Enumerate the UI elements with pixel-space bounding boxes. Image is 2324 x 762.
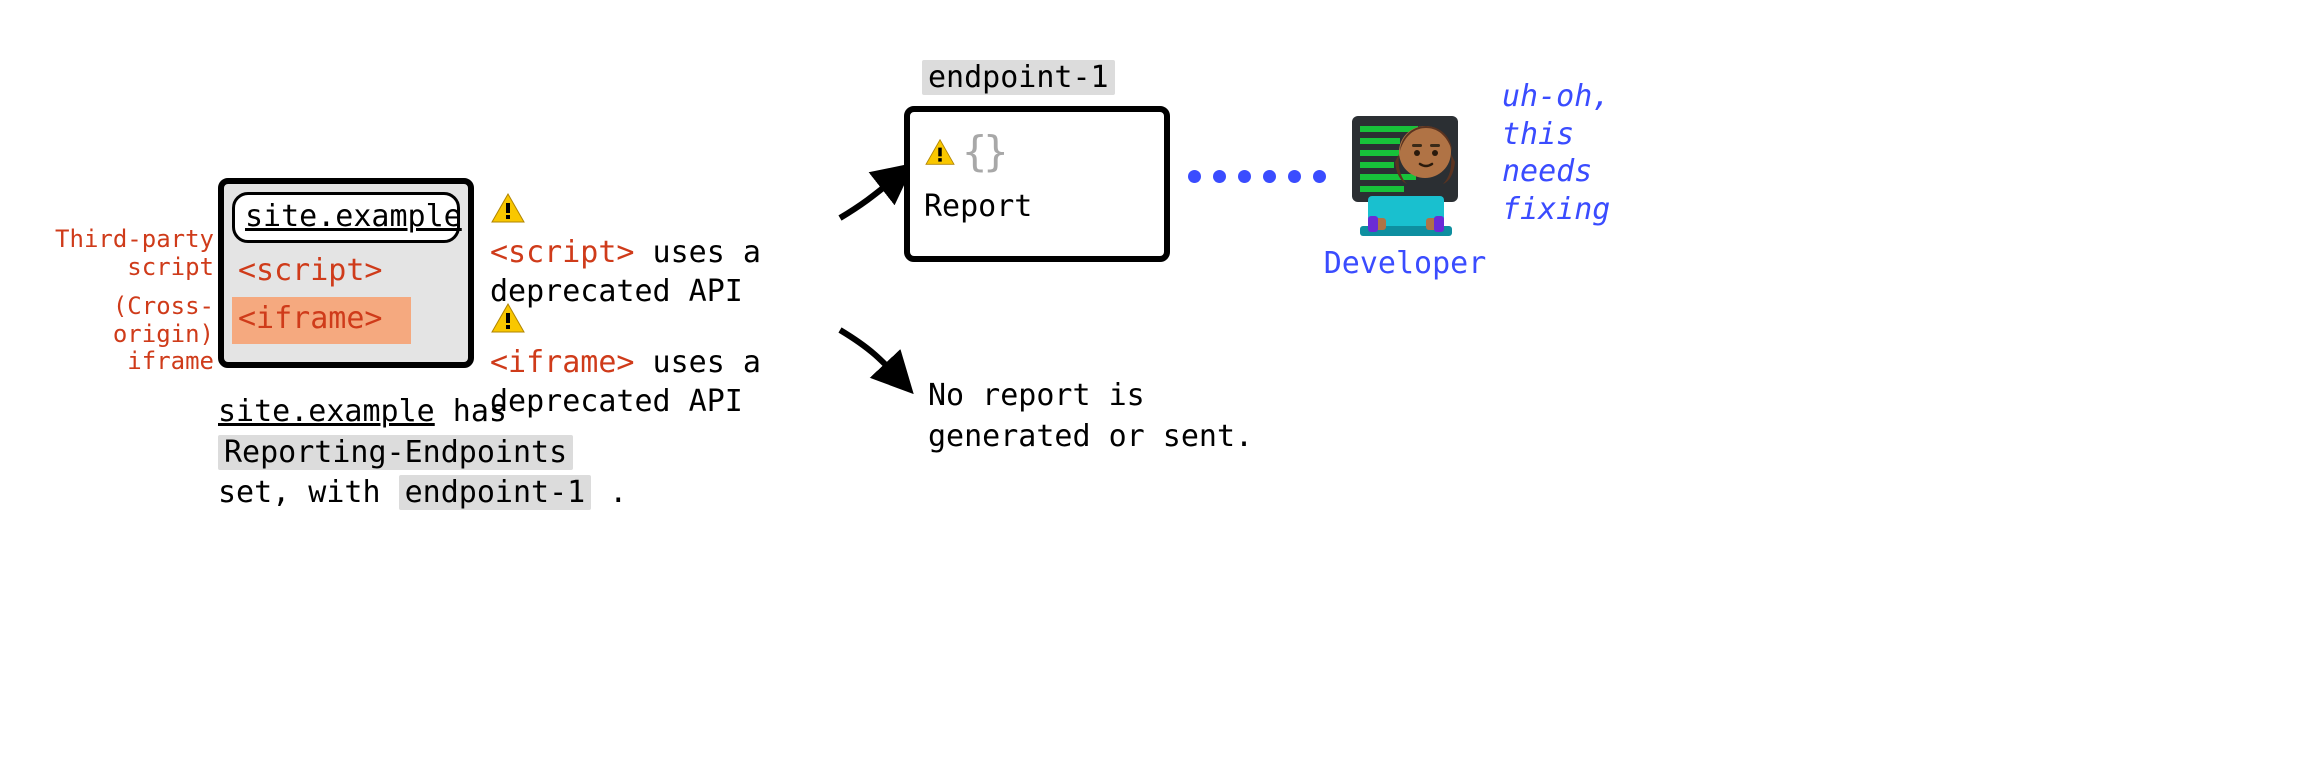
no-report-text: No report is generated or sent. bbox=[928, 376, 1288, 457]
report-label: Report bbox=[924, 187, 1150, 228]
braces-icon: {} bbox=[962, 124, 1005, 181]
endpoint-box: {} Report bbox=[904, 106, 1170, 262]
iframe-tag-box: <iframe> bbox=[232, 297, 411, 344]
quote-line-4: fixing bbox=[1502, 191, 1642, 229]
caption-period: . bbox=[591, 475, 627, 510]
caption-endpoint-hl: endpoint-1 bbox=[399, 475, 592, 510]
site-browser-window: Third-party script (Cross-origin) iframe… bbox=[218, 178, 474, 368]
label-thirdparty-1: Third-party bbox=[55, 225, 214, 253]
label-iframe-2: iframe bbox=[127, 347, 214, 375]
endpoint-label-text: endpoint-1 bbox=[922, 60, 1115, 95]
dotted-connector bbox=[1188, 170, 1326, 183]
quote-line-2: this bbox=[1502, 116, 1642, 154]
developer-label: Developer bbox=[1310, 244, 1500, 285]
warning-iframe: <iframe> uses a deprecated API bbox=[490, 302, 890, 422]
warning-icon bbox=[490, 302, 526, 334]
quote-line-3: needs bbox=[1502, 153, 1642, 191]
warning-iframe-tag: <iframe> bbox=[490, 345, 635, 380]
url-text: site.example bbox=[245, 199, 462, 234]
developer-quote: uh-oh, this needs fixing bbox=[1502, 78, 1642, 228]
quote-line-1: uh-oh, bbox=[1502, 78, 1642, 116]
warning-script-tag: <script> bbox=[490, 235, 635, 270]
caption-site-url: site.example bbox=[218, 394, 435, 429]
warning-script: <script> uses a deprecated API bbox=[490, 192, 890, 312]
script-tag-row: <script> bbox=[232, 249, 460, 294]
url-bar: site.example bbox=[232, 192, 460, 243]
endpoint-label: endpoint-1 bbox=[922, 58, 1115, 99]
developer-avatar: Developer bbox=[1310, 98, 1500, 285]
label-iframe-1: (Cross-origin) bbox=[113, 292, 214, 348]
developer-icon bbox=[1330, 98, 1480, 238]
warning-icon bbox=[924, 138, 956, 166]
browser-side-labels: Third-party script (Cross-origin) iframe bbox=[14, 226, 214, 388]
label-thirdparty-2: script bbox=[127, 253, 214, 281]
caption-header-hl: Reporting-Endpoints bbox=[218, 435, 573, 470]
caption-setwith: set, with bbox=[218, 475, 399, 510]
warning-icon bbox=[490, 192, 526, 224]
